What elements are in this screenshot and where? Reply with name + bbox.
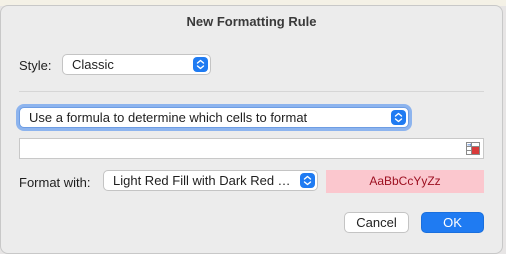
cancel-button[interactable]: Cancel [344, 212, 409, 233]
style-popup-value: Classic [72, 57, 114, 72]
format-with-popup[interactable]: Light Red Fill with Dark Red Text [103, 170, 318, 191]
style-popup[interactable]: Classic [62, 54, 211, 75]
up-down-chevron-icon [300, 173, 315, 188]
dialog-title: New Formatting Rule [186, 14, 317, 29]
formula-input[interactable] [19, 138, 484, 159]
format-with-value: Light Red Fill with Dark Red Text [113, 173, 293, 188]
up-down-chevron-icon [193, 57, 208, 72]
format-preview: AaBbCcYyZz [326, 170, 484, 193]
up-down-chevron-icon [391, 110, 406, 125]
style-label: Style: [19, 58, 52, 73]
rule-type-popup[interactable]: Use a formula to determine which cells t… [19, 107, 409, 128]
ok-button[interactable]: OK [421, 212, 484, 233]
format-with-label: Format with: [19, 175, 91, 190]
rule-type-value: Use a formula to determine which cells t… [29, 110, 308, 125]
section-divider [19, 91, 484, 92]
range-picker-icon[interactable] [466, 142, 480, 155]
